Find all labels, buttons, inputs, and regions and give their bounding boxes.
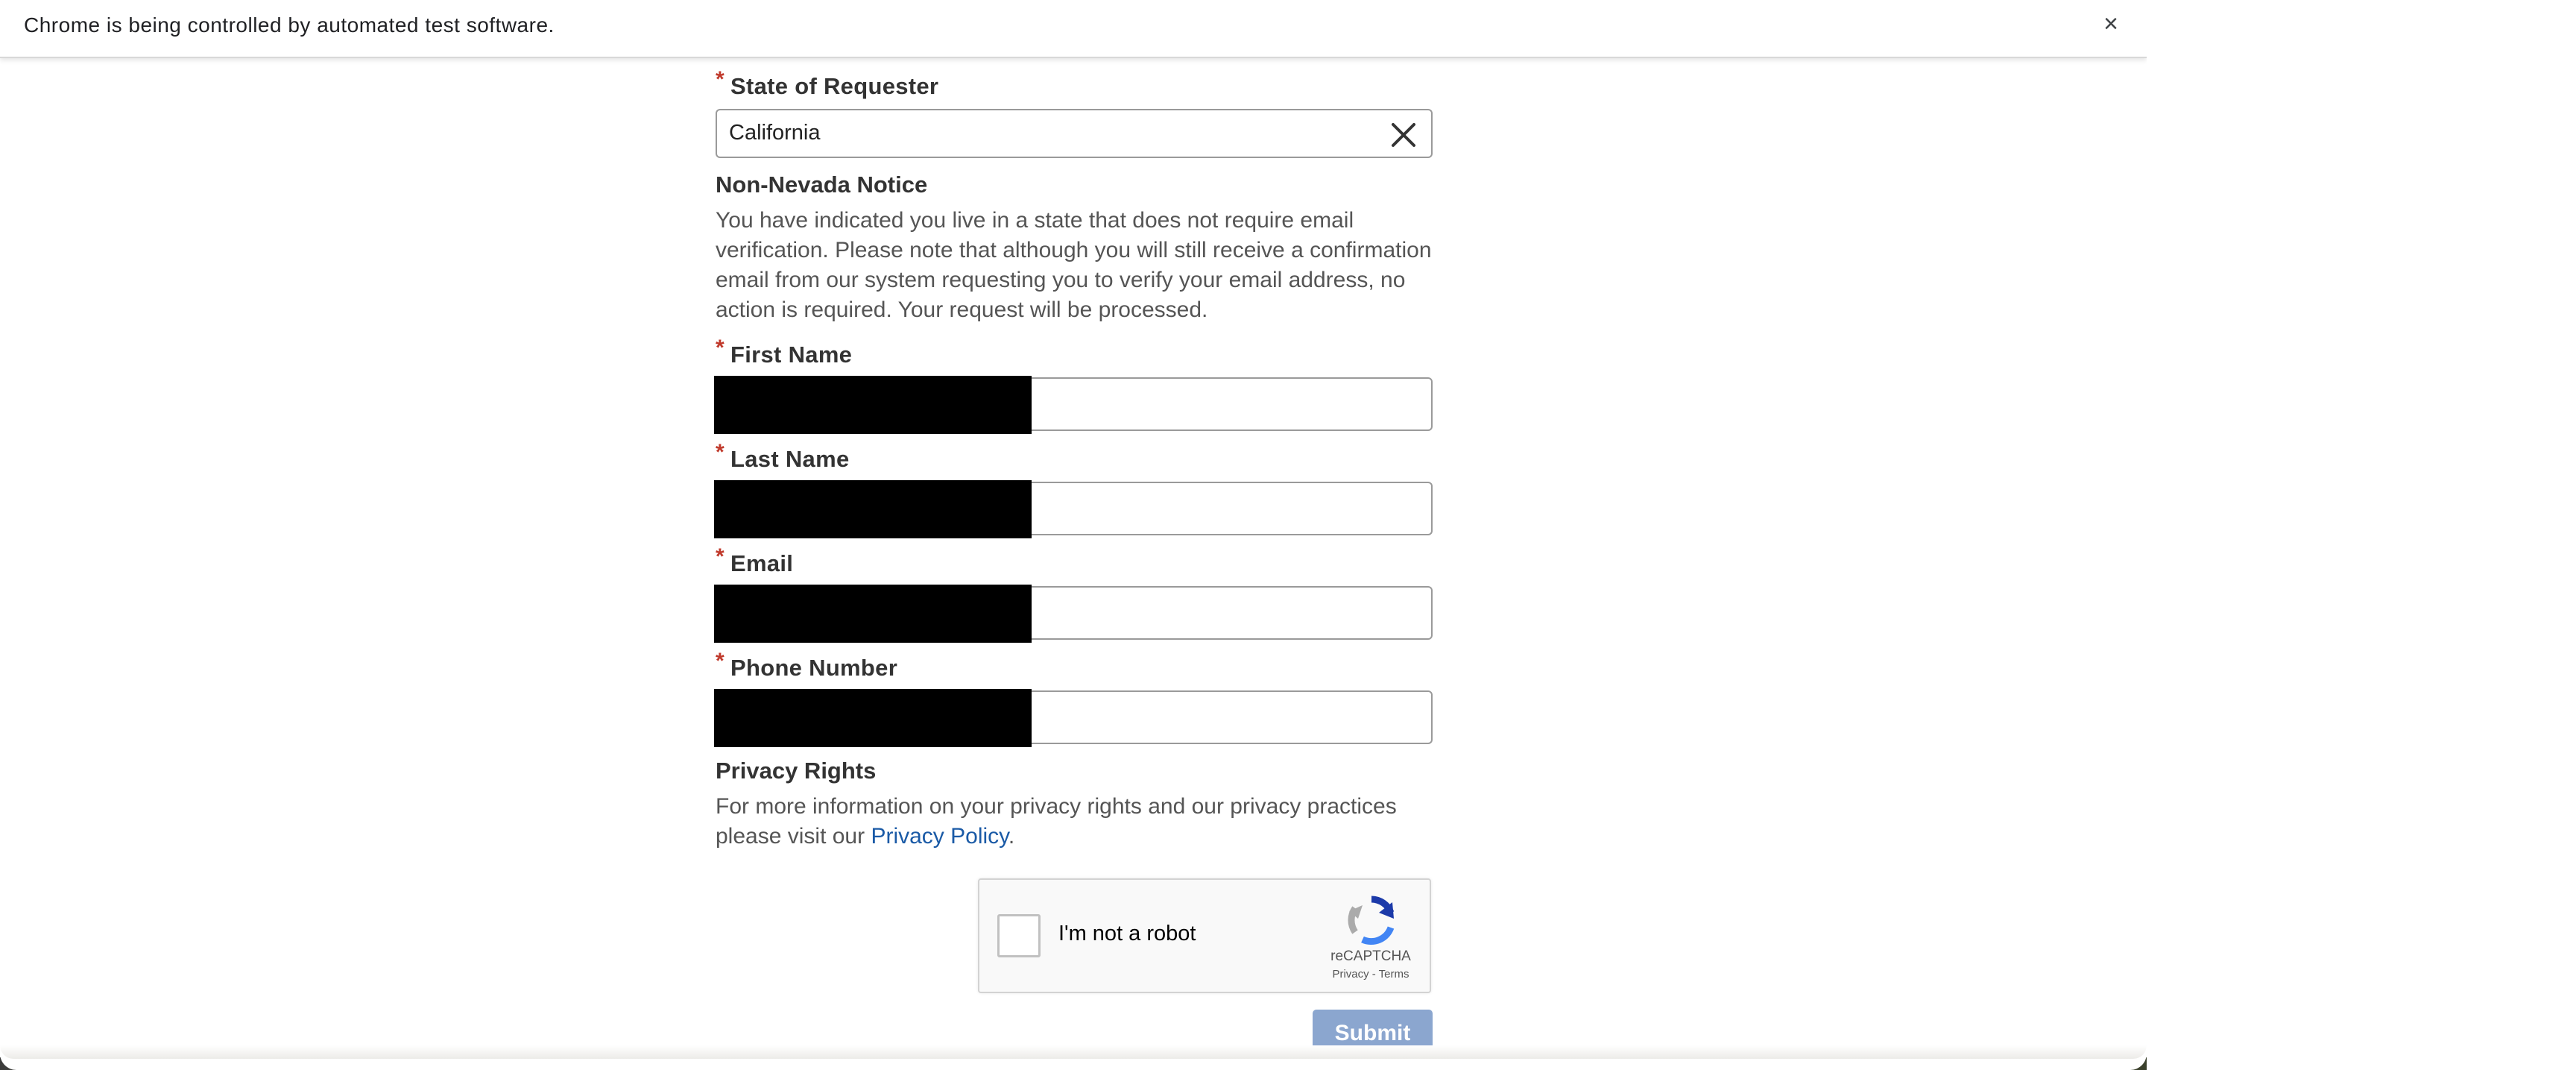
redaction-block <box>714 376 1032 434</box>
phone-number-field[interactable] <box>714 689 1433 747</box>
desktop-background <box>2147 0 2576 1070</box>
last-name-field[interactable] <box>714 480 1433 538</box>
redaction-block <box>714 689 1032 747</box>
recaptcha-label: I'm not a robot <box>1058 922 1196 945</box>
recaptcha-brand: reCAPTCHA <box>1330 948 1411 964</box>
clear-icon[interactable] <box>1383 115 1424 155</box>
close-icon[interactable]: × <box>2099 11 2123 37</box>
browser-window: Chrome is being controlled by automated … <box>0 0 2147 1070</box>
required-marker: * <box>716 440 724 465</box>
state-label: State of Requester <box>730 73 939 99</box>
email-field[interactable] <box>714 585 1433 643</box>
notice-heading: Non-Nevada Notice <box>716 171 928 198</box>
required-marker: * <box>716 336 724 360</box>
privacy-body-suffix: . <box>1008 824 1015 849</box>
recaptcha-logo-icon <box>1348 896 1395 945</box>
recaptcha-privacy-terms-links[interactable]: Privacy - Terms <box>1322 968 1419 981</box>
last-name-label: Last Name <box>730 446 850 472</box>
required-marker: * <box>716 67 724 92</box>
window-bottom-edge <box>0 1045 2147 1059</box>
redaction-block <box>714 585 1032 643</box>
notice-body: You have indicated you live in a state t… <box>716 208 1432 322</box>
email-label: Email <box>730 550 794 576</box>
privacy-body: For more information on your privacy rig… <box>716 792 1433 852</box>
infobar-message: Chrome is being controlled by automated … <box>24 13 555 37</box>
automation-infobar: Chrome is being controlled by automated … <box>0 0 2147 58</box>
redaction-block <box>714 480 1032 538</box>
privacy-heading: Privacy Rights <box>716 758 877 784</box>
state-selected-value: California <box>729 121 821 145</box>
privacy-body-text: For more information on your privacy rig… <box>716 794 1397 849</box>
first-name-field[interactable] <box>714 376 1433 434</box>
phone-number-label: Phone Number <box>730 655 898 681</box>
required-marker: * <box>716 544 724 569</box>
state-select[interactable]: California <box>716 109 1433 158</box>
recaptcha-widget: I'm not a robot reCAPTCHA Privacy - Term… <box>978 878 1431 993</box>
privacy-policy-link[interactable]: Privacy Policy <box>871 824 1008 849</box>
required-marker: * <box>716 649 724 673</box>
recaptcha-checkbox[interactable] <box>997 914 1041 957</box>
screen: Chrome is being controlled by automated … <box>0 0 2576 1070</box>
first-name-label: First Name <box>730 342 853 368</box>
request-form: * State of Requester California Non-Neva… <box>714 58 1433 1057</box>
